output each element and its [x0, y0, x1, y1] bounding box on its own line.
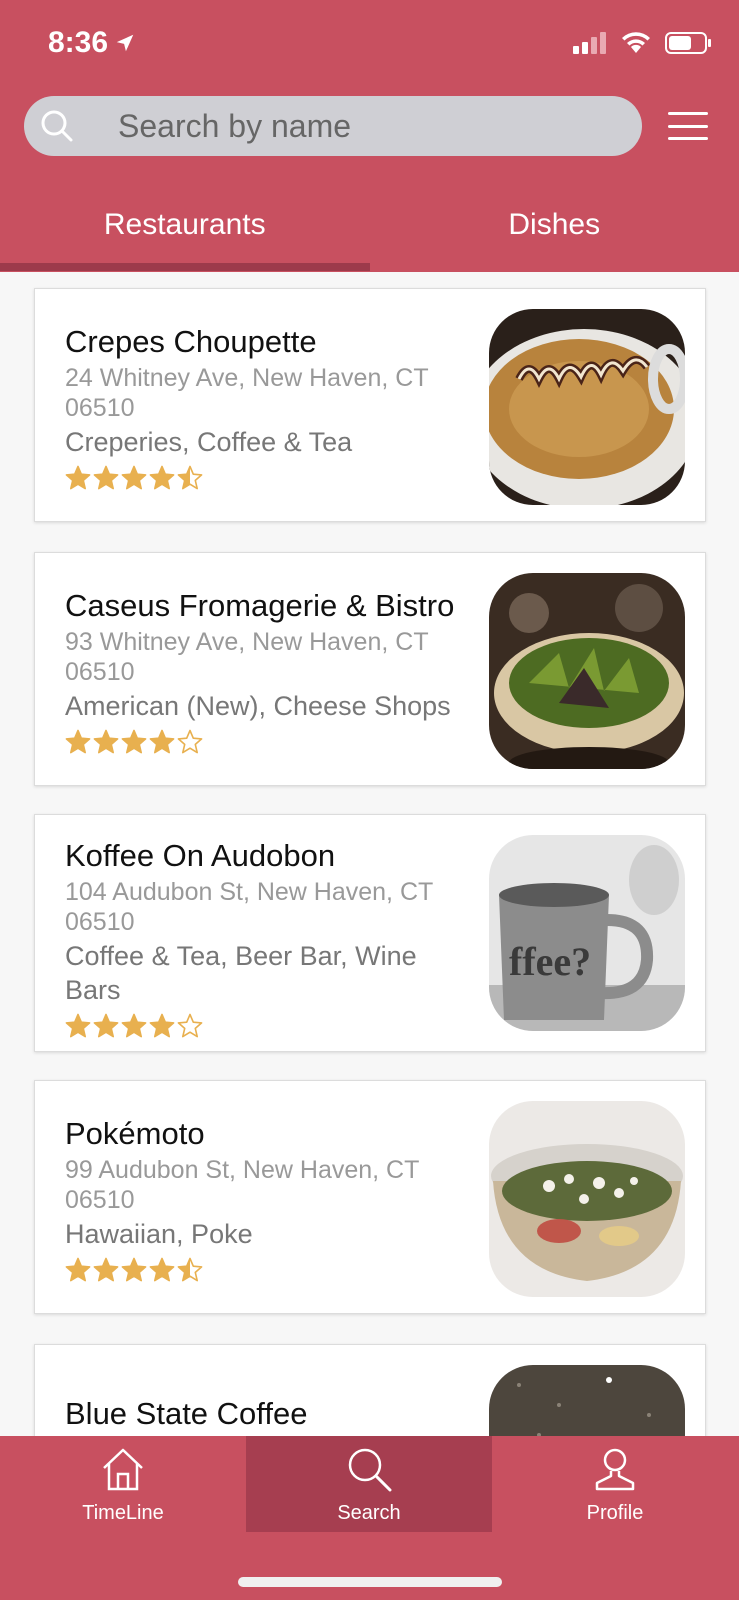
- star-full-icon: [121, 1257, 147, 1282]
- status-indicators: [573, 32, 711, 54]
- bottom-tab-bar: TimeLine Search Profile: [0, 1436, 739, 1600]
- segment-tabs: Restaurants Dishes: [0, 190, 739, 272]
- restaurant-name: Crepes Choupette: [65, 324, 317, 359]
- restaurant-info: Pokémoto 99 Audubon St, New Haven, CT 06…: [65, 1115, 475, 1283]
- restaurant-address: 24 Whitney Ave, New Haven, CT 06510: [65, 364, 429, 422]
- person-icon: [592, 1446, 638, 1497]
- restaurant-address: 104 Audubon St, New Haven, CT 06510: [65, 878, 433, 936]
- tab-dishes[interactable]: Dishes: [370, 190, 739, 272]
- location-arrow-icon: [116, 34, 134, 52]
- active-tab-indicator: [0, 263, 370, 271]
- star-half-icon: [177, 465, 203, 490]
- restaurant-info: Crepes Choupette 24 Whitney Ave, New Hav…: [65, 323, 475, 491]
- menu-button[interactable]: [664, 108, 712, 144]
- restaurant-categories: Hawaiian, Poke: [65, 1219, 253, 1249]
- star-full-icon: [93, 1013, 119, 1038]
- hamburger-icon-line: [668, 137, 708, 140]
- home-icon: [100, 1446, 146, 1497]
- restaurant-name: Koffee On Audobon: [65, 838, 336, 873]
- star-full-icon: [93, 729, 119, 754]
- star-full-icon: [149, 729, 175, 754]
- star-full-icon: [149, 465, 175, 490]
- restaurant-address: 99 Audubon St, New Haven, CT 06510: [65, 1156, 419, 1214]
- star-full-icon: [65, 1013, 91, 1038]
- restaurant-card[interactable]: Crepes Choupette 24 Whitney Ave, New Hav…: [34, 288, 706, 522]
- search-icon: [40, 96, 90, 156]
- search-bar[interactable]: [24, 96, 642, 156]
- restaurant-card[interactable]: Caseus Fromagerie & Bistro 93 Whitney Av…: [34, 552, 706, 786]
- home-indicator[interactable]: [238, 1577, 502, 1587]
- search-input[interactable]: [118, 107, 618, 145]
- star-full-icon: [93, 465, 119, 490]
- restaurant-name: Blue State Coffee: [65, 1396, 308, 1431]
- star-full-icon: [121, 1013, 147, 1038]
- tab-restaurants[interactable]: Restaurants: [0, 190, 370, 272]
- status-time: 8:36: [48, 26, 136, 60]
- battery-icon: [665, 32, 711, 54]
- star-full-icon: [149, 1257, 175, 1282]
- star-full-icon: [93, 1257, 119, 1282]
- tabbar-item-search[interactable]: Search: [246, 1436, 492, 1532]
- star-full-icon: [121, 465, 147, 490]
- status-time-label: 8:36: [48, 26, 109, 59]
- star-half-icon: [177, 1257, 203, 1282]
- star-full-icon: [149, 1013, 175, 1038]
- tabbar-label: TimeLine: [82, 1502, 164, 1524]
- restaurant-categories: Coffee & Tea, Beer Bar, Wine Bars: [65, 941, 417, 1005]
- restaurant-photo: ffee?: [489, 835, 685, 1031]
- star-full-icon: [65, 729, 91, 754]
- tabbar-label: Profile: [586, 1502, 644, 1524]
- restaurant-info: Koffee On Audobon 104 Audubon St, New Ha…: [65, 837, 475, 1039]
- rating-stars: [65, 729, 475, 755]
- star-empty-icon: [177, 1013, 203, 1038]
- restaurant-card[interactable]: Pokémoto 99 Audubon St, New Haven, CT 06…: [34, 1080, 706, 1314]
- app-header: 8:36 Search by name Restaurants Dishes: [0, 0, 739, 272]
- restaurant-categories: Creperies, Coffee & Tea: [65, 427, 353, 457]
- restaurant-info: Blue State Coffee: [65, 1395, 475, 1433]
- restaurant-categories: American (New), Cheese Shops: [65, 691, 451, 721]
- restaurant-photo: [489, 309, 685, 505]
- star-empty-icon: [177, 729, 203, 754]
- search-icon: [346, 1446, 392, 1497]
- restaurant-name: Pokémoto: [65, 1116, 205, 1151]
- restaurant-address: 93 Whitney Ave, New Haven, CT 06510: [65, 628, 429, 686]
- restaurant-photo: [489, 1101, 685, 1297]
- hamburger-icon-line: [668, 112, 708, 115]
- star-full-icon: [65, 1257, 91, 1282]
- cellular-signal-icon: [573, 32, 606, 54]
- status-bar: 8:36: [0, 0, 739, 90]
- rating-stars: [65, 1013, 475, 1039]
- rating-stars: [65, 465, 475, 491]
- tabbar-label: Search: [337, 1502, 401, 1524]
- svg-text:ffee?: ffee?: [509, 939, 591, 984]
- star-full-icon: [65, 465, 91, 490]
- hamburger-icon-line: [668, 124, 708, 128]
- tabbar-item-profile[interactable]: Profile: [492, 1436, 738, 1532]
- wifi-icon: [622, 32, 650, 53]
- restaurant-name: Caseus Fromagerie & Bistro: [65, 588, 455, 623]
- restaurant-photo: [489, 573, 685, 769]
- star-full-icon: [121, 729, 147, 754]
- rating-stars: [65, 1257, 475, 1283]
- tabbar-item-timeline[interactable]: TimeLine: [0, 1436, 246, 1532]
- restaurant-card[interactable]: Koffee On Audobon 104 Audubon St, New Ha…: [34, 814, 706, 1052]
- restaurant-info: Caseus Fromagerie & Bistro 93 Whitney Av…: [65, 587, 475, 755]
